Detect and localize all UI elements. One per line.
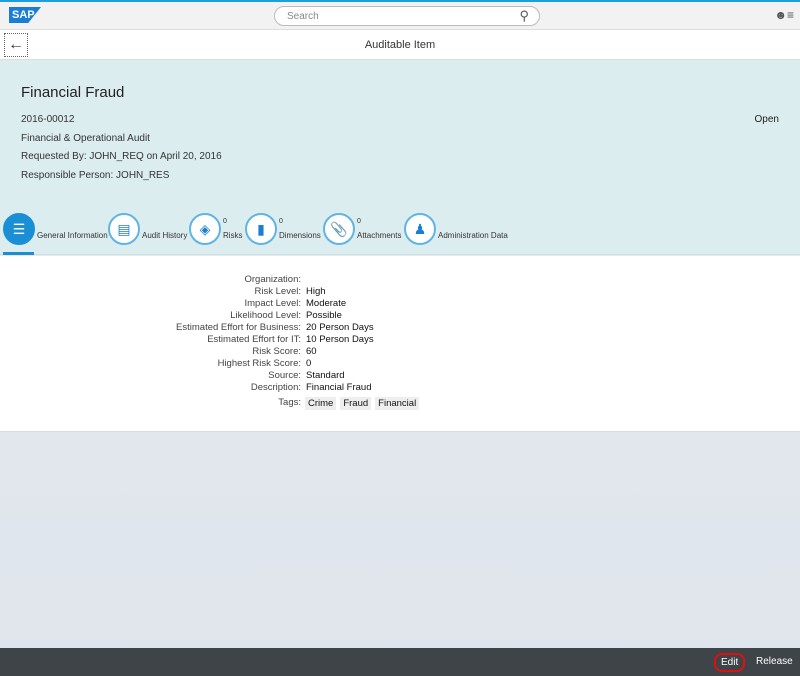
edit-button[interactable]: Edit [714, 653, 746, 672]
status-text: Open [754, 114, 779, 125]
nav-bar: ← Auditable Item [0, 30, 800, 60]
selected-tab-indicator [3, 252, 34, 255]
tag: Fraud [340, 397, 372, 410]
field-row: Estimated Effort for IT: 10 Person Days [0, 334, 800, 346]
field-value: 0 [306, 358, 312, 369]
field-row: Risk Level: High [0, 286, 800, 298]
field-label: Impact Level: [244, 298, 302, 309]
field-row: Source: Standard [0, 370, 800, 382]
field-value: Financial Fraud [306, 382, 372, 393]
tab-audit-history[interactable]: ▤ Audit History [108, 213, 187, 245]
tab-label: Attachments [357, 231, 402, 240]
tab-risks[interactable]: ◈ 0 Risks [189, 213, 243, 245]
field-label: Source: [268, 370, 301, 381]
tab-administration-data[interactable]: ♟ Administration Data [404, 213, 508, 245]
field-value: 20 Person Days [306, 322, 374, 333]
sap-logo[interactable]: SAP [9, 7, 41, 23]
shell-bar: SAP Search ⚲ ☻≡ [0, 0, 800, 30]
tab-label: General Information [37, 231, 108, 240]
paperclip-icon: 📎 [323, 213, 355, 245]
field-row: Risk Score: 60 [0, 346, 800, 358]
field-label: Tags: [278, 397, 301, 408]
field-row: Description: Financial Fraud [0, 382, 800, 394]
field-value: 10 Person Days [306, 334, 374, 345]
document-icon: ▤ [108, 213, 140, 245]
field-row: Organization: [0, 274, 800, 286]
field-row: Highest Risk Score: 0 [0, 358, 800, 370]
search-placeholder: Search [287, 11, 319, 22]
field-label: Risk Score: [252, 346, 301, 357]
field-label: Organization: [244, 274, 301, 285]
field-value: 60 [306, 346, 317, 357]
object-title: Financial Fraud [21, 84, 125, 101]
field-label: Highest Risk Score: [217, 358, 301, 369]
tab-label: Audit History [142, 231, 188, 240]
tab-count: 0 [357, 218, 361, 225]
search-icon[interactable]: ⚲ [519, 8, 529, 24]
tab-label: Risks [223, 231, 243, 240]
notepad-icon: ☰ [3, 213, 35, 245]
page-title: Auditable Item [364, 39, 436, 51]
dimensions-icon: ▮ [245, 213, 277, 245]
search-input[interactable]: Search ⚲ [274, 6, 540, 26]
tab-attachments[interactable]: 📎 0 Attachments [323, 213, 401, 245]
footer-toolbar: Edit Release [0, 648, 800, 676]
object-header: Financial Fraud 2016-00012 Financial & O… [0, 60, 800, 255]
field-row: Impact Level: Moderate [0, 298, 800, 310]
field-value: Standard [306, 370, 345, 381]
field-label: Risk Level: [254, 286, 301, 297]
field-label: Likelihood Level: [230, 310, 301, 321]
admin-icon: ♟ [404, 213, 436, 245]
release-button[interactable]: Release [756, 656, 793, 667]
risk-icon: ◈ [189, 213, 221, 245]
tab-label: Dimensions [279, 231, 321, 240]
tag: Financial [375, 397, 420, 410]
field-value: Possible [306, 310, 342, 321]
tab-label: Administration Data [438, 231, 508, 240]
field-value: Moderate [306, 298, 347, 309]
tab-dimensions[interactable]: ▮ 0 Dimensions [245, 213, 321, 245]
tab-count: 0 [279, 218, 283, 225]
field-value: High [306, 286, 326, 297]
responsible-person: Responsible Person: JOHN_RES [21, 170, 170, 181]
field-label: Description: [250, 382, 301, 393]
field-row: Estimated Effort for Business: 20 Person … [0, 322, 800, 334]
tab-general-information[interactable]: ☰ General Information [3, 213, 108, 245]
general-information-form: Organization: Risk Level: High Impact Lev… [0, 256, 800, 432]
field-label: Estimated Effort for IT: [207, 334, 301, 345]
field-row: Likelihood Level: Possible [0, 310, 800, 322]
object-id: 2016-00012 [21, 114, 75, 125]
tags-row: Tags: Crime Fraud Financial [0, 397, 800, 410]
audit-type: Financial & Operational Audit [21, 133, 150, 144]
requested-by: Requested By: JOHN_REQ on April 20, 2016 [21, 151, 222, 162]
tab-count: 0 [223, 218, 227, 225]
field-label: Estimated Effort for Business: [176, 322, 301, 333]
user-menu-icon[interactable]: ☻≡ [774, 8, 794, 22]
tag: Crime [305, 397, 337, 410]
